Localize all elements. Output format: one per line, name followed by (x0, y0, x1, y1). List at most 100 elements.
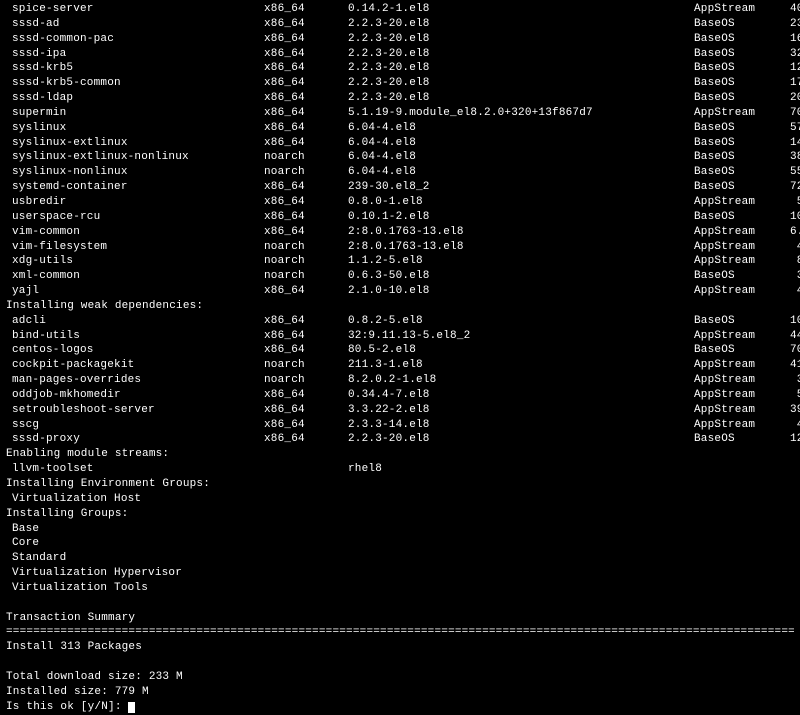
package-name: sssd-common-pac (6, 32, 264, 47)
package-arch: x86_64 (264, 106, 348, 121)
package-row: man-pages-overridesnoarch8.2.0.2-1.el8Ap… (6, 373, 794, 388)
package-row: userspace-rcux86_640.10.1-2.el8BaseOS101… (6, 210, 794, 225)
package-row: sscgx86_642.3.3-14.el8AppStream49 k (6, 418, 794, 433)
package-version: 0.34.4-7.el8 (348, 388, 694, 403)
package-row: usbredirx86_640.8.0-1.el8AppStream50 k (6, 195, 794, 210)
package-repo: AppStream (694, 2, 774, 17)
package-repo: BaseOS (694, 136, 774, 151)
package-repo: BaseOS (694, 314, 774, 329)
package-size: 412 k (774, 358, 800, 373)
package-repo: BaseOS (694, 121, 774, 136)
package-name: spice-server (6, 2, 264, 17)
package-size: 141 k (774, 136, 800, 151)
package-row: systemd-containerx86_64239-30.el8_2BaseO… (6, 180, 794, 195)
package-arch: noarch (264, 254, 348, 269)
package-arch: x86_64 (264, 225, 348, 240)
package-arch: x86_64 (264, 180, 348, 195)
package-arch: x86_64 (264, 195, 348, 210)
package-arch: x86_64 (264, 284, 348, 299)
package-version: 6.04-4.el8 (348, 136, 694, 151)
package-size: 101 k (774, 210, 800, 225)
package-repo: AppStream (694, 358, 774, 373)
package-version: 2:8.0.1763-13.el8 (348, 225, 694, 240)
package-name: sssd-ad (6, 17, 264, 32)
package-size: 84 k (774, 254, 800, 269)
package-row: sssd-krb5x86_642.2.3-20.el8BaseOS129 k (6, 61, 794, 76)
package-version: 8.2.0.2-1.el8 (348, 373, 694, 388)
package-version: 6.04-4.el8 (348, 150, 694, 165)
package-arch: noarch (264, 165, 348, 180)
package-row: vim-commonx86_642:8.0.1763-13.el8AppStre… (6, 225, 794, 240)
package-row: xdg-utilsnoarch1.1.2-5.el8AppStream84 k (6, 254, 794, 269)
section-module-streams: Enabling module streams: (6, 447, 794, 462)
package-name: usbredir (6, 195, 264, 210)
package-name: xml-common (6, 269, 264, 284)
package-arch: noarch (264, 150, 348, 165)
package-name: vim-filesystem (6, 240, 264, 255)
package-repo: BaseOS (694, 343, 774, 358)
package-name: xdg-utils (6, 254, 264, 269)
package-name: oddjob-mkhomedir (6, 388, 264, 403)
package-version: 0.6.3-50.el8 (348, 269, 694, 284)
package-repo: BaseOS (694, 76, 774, 91)
package-repo: BaseOS (694, 150, 774, 165)
package-arch: noarch (264, 373, 348, 388)
package-row: sssd-ldapx86_642.2.3-20.el8BaseOS208 k (6, 91, 794, 106)
package-size: 386 k (774, 150, 800, 165)
package-size: 129 k (774, 432, 800, 447)
package-size: 165 k (774, 32, 800, 47)
package-repo: AppStream (694, 254, 774, 269)
section-transaction-summary: Transaction Summary (6, 611, 794, 626)
package-size: 49 k (774, 418, 800, 433)
package-size: 706 k (774, 343, 800, 358)
package-repo: BaseOS (694, 47, 774, 62)
package-version: 239-30.el8_2 (348, 180, 694, 195)
package-name: setroubleshoot-server (6, 403, 264, 418)
package-version: 80.5-2.el8 (348, 343, 694, 358)
package-version: 0.8.2-5.el8 (348, 314, 694, 329)
package-size: 328 k (774, 47, 800, 62)
package-arch: x86_64 (264, 329, 348, 344)
package-arch: x86_64 (264, 91, 348, 106)
group-item: Standard (6, 551, 794, 566)
package-size: 108 k (774, 314, 800, 329)
package-version: 5.1.19-9.module_el8.2.0+320+13f867d7 (348, 106, 694, 121)
package-arch: x86_64 (264, 432, 348, 447)
package-repo: AppStream (694, 418, 774, 433)
package-version: 211.3-1.el8 (348, 358, 694, 373)
package-name: sscg (6, 418, 264, 433)
package-size: 405 k (774, 2, 800, 17)
confirm-prompt[interactable]: Is this ok [y/N]: (6, 700, 794, 715)
section-weak-deps: Installing weak dependencies: (6, 299, 794, 314)
package-version: 6.04-4.el8 (348, 121, 694, 136)
group-item: Virtualization Hypervisor (6, 566, 794, 581)
package-arch: x86_64 (264, 47, 348, 62)
package-name: supermin (6, 106, 264, 121)
package-version: 2:8.0.1763-13.el8 (348, 240, 694, 255)
package-version: 1.1.2-5.el8 (348, 254, 694, 269)
package-version: 2.3.3-14.el8 (348, 418, 694, 433)
package-version: 0.8.0-1.el8 (348, 195, 694, 210)
package-size: 398 k (774, 403, 800, 418)
package-repo: BaseOS (694, 32, 774, 47)
package-name: sssd-krb5 (6, 61, 264, 76)
package-repo: AppStream (694, 106, 774, 121)
package-row: yajlx86_642.1.0-10.el8AppStream41 k (6, 284, 794, 299)
package-version: 2.2.3-20.el8 (348, 32, 694, 47)
package-repo: AppStream (694, 195, 774, 210)
installed-size: Installed size: 779 M (6, 685, 794, 700)
summary-divider: ========================================… (6, 625, 794, 640)
package-size: 52 k (774, 388, 800, 403)
package-row: cockpit-packagekitnoarch211.3-1.el8AppSt… (6, 358, 794, 373)
module-name: llvm-toolset (6, 462, 264, 477)
package-repo: BaseOS (694, 269, 774, 284)
package-row: oddjob-mkhomedirx86_640.34.4-7.el8AppStr… (6, 388, 794, 403)
package-repo: AppStream (694, 373, 774, 388)
package-size: 39 k (774, 269, 800, 284)
package-name: yajl (6, 284, 264, 299)
package-arch: x86_64 (264, 388, 348, 403)
terminal-output: spice-serverx86_640.14.2-1.el8AppStream4… (6, 2, 794, 715)
package-version: 32:9.11.13-5.el8_2 (348, 329, 694, 344)
module-stream-row: llvm-toolsetrhel8 (6, 462, 794, 477)
package-size: 6.3 M (774, 225, 800, 240)
